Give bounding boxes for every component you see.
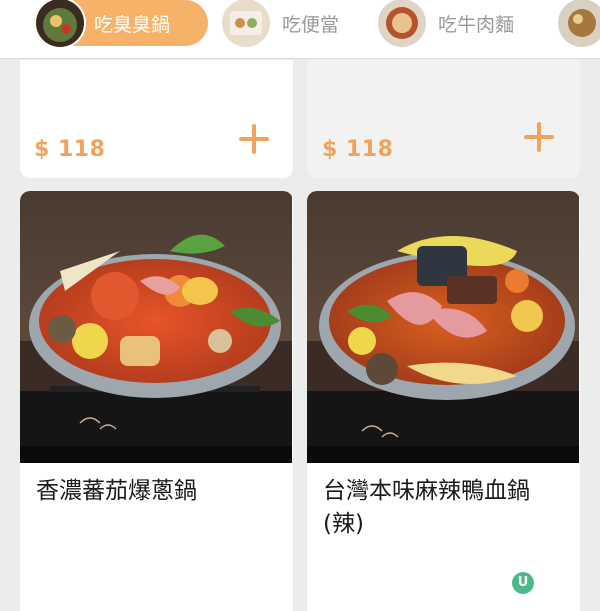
- spicy-duck-blood-hotpot-photo: [307, 191, 579, 463]
- price-label: $ 118: [34, 137, 106, 162]
- category-thumb-beef-noodles: [376, 0, 428, 49]
- add-to-cart-icon[interactable]: [524, 122, 554, 152]
- product-card[interactable]: $ 118: [20, 60, 293, 178]
- category-bar: 吃臭臭鍋 吃便當 吃牛肉麵: [0, 0, 600, 59]
- product-card[interactable]: $ 118: [307, 60, 580, 178]
- category-thumb-hotpot: [34, 0, 86, 49]
- category-tab-stinky-tofu-hotpot[interactable]: 吃臭臭鍋: [34, 0, 208, 49]
- category-tab-bento[interactable]: 吃便當: [220, 0, 370, 49]
- dish-name: 香濃蕃茄爆蔥鍋: [36, 478, 197, 504]
- category-label: 吃便當: [282, 13, 340, 36]
- dish-name: 台灣本味麻辣鴨血鍋(辣): [323, 478, 530, 537]
- price-label: $ 118: [322, 137, 394, 162]
- product-card[interactable]: 香濃蕃茄爆蔥鍋: [20, 191, 293, 611]
- category-thumb-bento: [220, 0, 272, 49]
- category-thumb-more: [556, 0, 600, 49]
- category-label: 吃牛肉麵: [438, 13, 515, 36]
- category-tab-beef-noodles[interactable]: 吃牛肉麵: [376, 0, 546, 49]
- product-card[interactable]: 台灣本味麻辣鴨血鍋(辣): [307, 191, 580, 611]
- tomato-hotpot-photo: [20, 191, 292, 463]
- category-tab-more[interactable]: [556, 0, 600, 49]
- category-label: 吃臭臭鍋: [94, 13, 171, 36]
- watermark-logo: U: [512, 572, 534, 594]
- add-to-cart-icon[interactable]: [239, 124, 269, 154]
